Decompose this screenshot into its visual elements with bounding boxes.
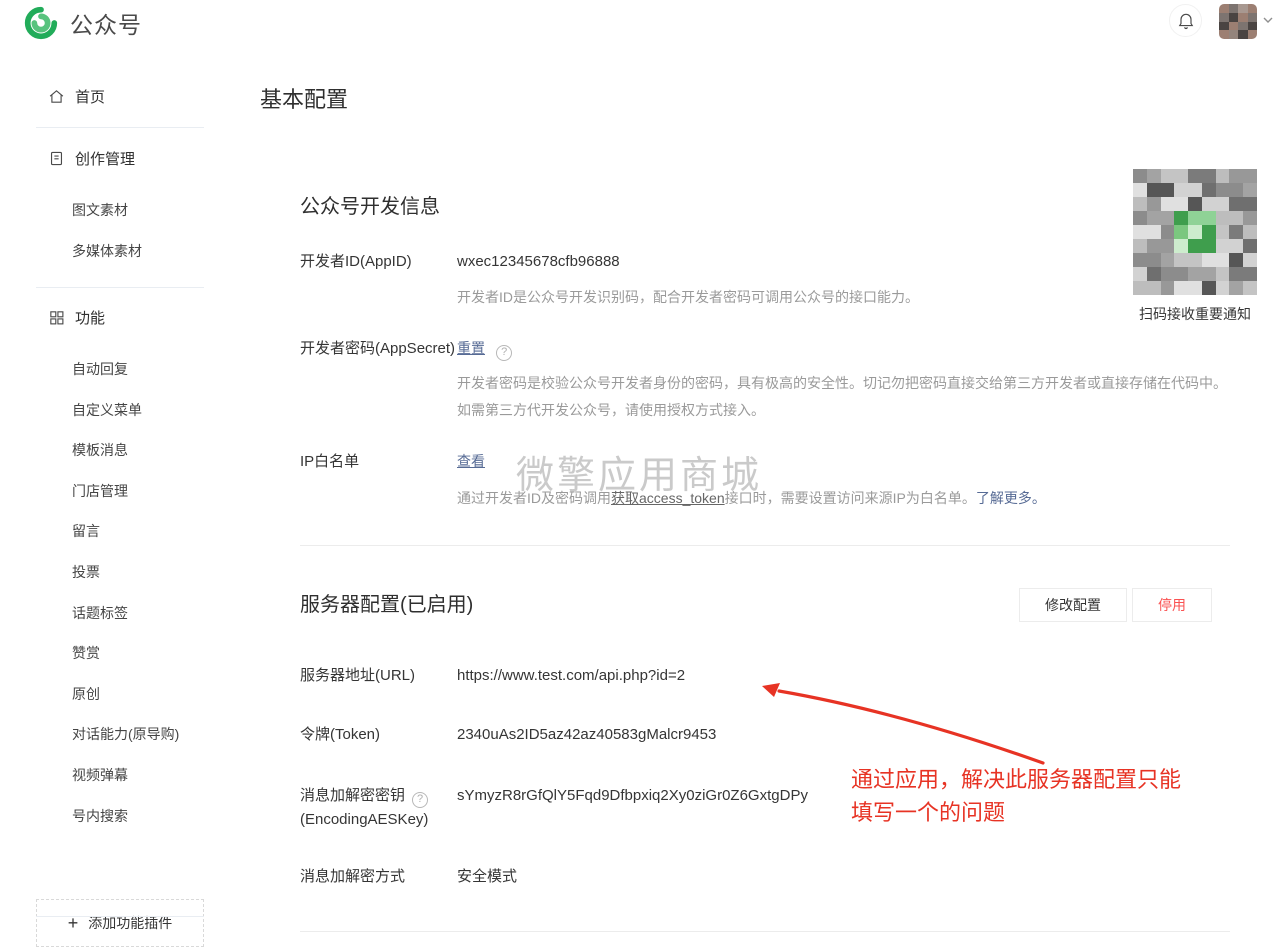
disable-button[interactable]: 停用 — [1132, 588, 1212, 622]
sidebar-divider — [36, 287, 204, 288]
add-plugin-button[interactable]: + 添加功能插件 — [36, 899, 204, 947]
page-title: 基本配置 — [260, 87, 349, 112]
app-header: 公众号 — [0, 0, 1280, 48]
access-token-link[interactable]: 获取access_token — [611, 490, 725, 506]
app-logo[interactable]: 公众号 — [22, 4, 142, 42]
sidebar-item[interactable]: 多媒体素材 — [72, 231, 142, 272]
sidebar-item-home[interactable]: 首页 — [48, 76, 105, 116]
appid-label: 开发者ID(AppID) — [300, 253, 412, 270]
ip-whitelist-description: 通过开发者ID及密码调用获取access_token接口时，需要设置访问来源IP… — [457, 485, 1229, 512]
token-row: 令牌(Token) 2340uAs2ID5az42az40583gMalcr94… — [300, 723, 1229, 746]
sidebar-sublist-features: 自动回复 自定义菜单 模板消息 门店管理 留言 投票 话题标签 赞赏 原创 对话能力(原导购) 视频… — [72, 349, 179, 836]
appid-description: 开发者ID是公众号开发识别码，配合开发者密码可调用公众号的接口能力。 — [457, 289, 919, 305]
aes-key-label-line2: (EncodingAESKey) — [300, 810, 429, 828]
modify-config-button[interactable]: 修改配置 — [1019, 588, 1127, 622]
token-value: 2340uAs2ID5az42az40583gMalcr9453 — [457, 726, 717, 743]
sidebar-group-label: 功能 — [75, 309, 106, 327]
sidebar-item[interactable]: 自动回复 — [72, 349, 179, 390]
reset-link[interactable]: 重置 — [457, 340, 485, 356]
sidebar-item[interactable]: 投票 — [72, 552, 179, 593]
aes-key-label: 消息加解密密钥? (EncodingAESKey) — [300, 784, 457, 831]
server-url-row: 服务器地址(URL) https://www.test.com/api.php?… — [300, 664, 1229, 687]
ip-desc-prefix: 通过开发者ID及密码调用 — [457, 490, 611, 506]
sidebar-divider — [36, 127, 204, 128]
annotation-line2: 填写一个的问题 — [851, 800, 1006, 825]
annotation-text: 通过应用，解决此服务器配置只能 填写一个的问题 — [851, 763, 1181, 829]
brand-title: 公众号 — [70, 12, 142, 38]
ip-whitelist-row: IP白名单 查看 通过开发者ID及密码调用获取access_token接口时，需… — [300, 450, 1229, 512]
sidebar-item-label: 首页 — [75, 88, 106, 106]
learn-more-link[interactable]: 了解更多。 — [976, 490, 1046, 506]
help-icon[interactable]: ? — [412, 791, 429, 808]
appsecret-label: 开发者密码(AppSecret) — [300, 340, 456, 357]
sidebar-item[interactable]: 号内搜索 — [72, 796, 179, 837]
grid-icon — [48, 309, 65, 326]
sidebar-group-label: 创作管理 — [75, 150, 136, 168]
appsecret-description: 开发者密码是校验公众号开发者身份的密码，具有极高的安全性。切记勿把密码直接交给第… — [457, 374, 1227, 418]
aes-key-label-line1: 消息加解密密钥 — [300, 787, 406, 804]
appid-row: 开发者ID(AppID) wxec12345678cfb96888 开发者ID是… — [300, 250, 1229, 311]
server-url-label: 服务器地址(URL) — [300, 667, 415, 684]
sidebar-item[interactable]: 原创 — [72, 674, 179, 715]
sidebar-sublist-creation: 图文素材 多媒体素材 — [72, 190, 142, 271]
ip-desc-suffix: 接口时，需要设置访问来源IP为白名单。 — [724, 490, 976, 506]
notification-bell-button[interactable] — [1169, 4, 1202, 37]
sidebar-divider — [36, 916, 204, 917]
sidebar: 首页 创作管理 图文素材 多媒体素材 功能 自动回复 自定义菜单 模板消息 门店管理 留言… — [0, 48, 230, 947]
appsecret-row: 开发者密码(AppSecret) 重置 ? 开发者密码是校验公众号开发者身份的密… — [300, 337, 1229, 424]
sidebar-item[interactable]: 话题标签 — [72, 593, 179, 634]
bell-icon — [1176, 11, 1196, 31]
server-url-value: https://www.test.com/api.php?id=2 — [457, 667, 686, 684]
sidebar-item[interactable]: 图文素材 — [72, 190, 142, 231]
section-divider — [300, 545, 1230, 546]
encrypt-mode-row: 消息加解密方式 安全模式 — [300, 865, 1229, 888]
sidebar-item[interactable]: 留言 — [72, 511, 179, 552]
sidebar-item[interactable]: 赞赏 — [72, 633, 179, 674]
sidebar-item[interactable]: 自定义菜单 — [72, 390, 179, 431]
avatar[interactable] — [1219, 4, 1257, 39]
document-icon — [48, 150, 65, 167]
view-link[interactable]: 查看 — [457, 453, 485, 469]
sidebar-item[interactable]: 门店管理 — [72, 471, 179, 512]
aes-key-value: sYmyzR8rGfQlY5Fqd9Dfbpxiq2Xy0ziGr0Z6Gxtg… — [457, 787, 808, 804]
home-icon — [48, 88, 65, 105]
sidebar-item[interactable]: 视频弹幕 — [72, 755, 179, 796]
dev-info-section-title: 公众号开发信息 — [300, 196, 440, 218]
token-label: 令牌(Token) — [300, 726, 381, 743]
appid-value: wxec12345678cfb96888 — [457, 253, 620, 270]
bottom-divider — [300, 931, 1230, 932]
chevron-down-icon[interactable] — [1262, 14, 1274, 26]
sidebar-item[interactable]: 模板消息 — [72, 430, 179, 471]
sidebar-group-creation[interactable]: 创作管理 — [48, 138, 135, 178]
encrypt-mode-value: 安全模式 — [457, 868, 518, 885]
sidebar-group-features[interactable]: 功能 — [48, 297, 105, 337]
annotation-line1: 通过应用，解决此服务器配置只能 — [851, 767, 1182, 792]
sidebar-item[interactable]: 对话能力(原导购) — [72, 714, 179, 755]
server-config-section-title: 服务器配置(已启用) — [300, 594, 474, 616]
ip-whitelist-label: IP白名单 — [300, 453, 360, 470]
server-config-actions: 修改配置 停用 — [1019, 588, 1212, 622]
encrypt-mode-label: 消息加解密方式 — [300, 868, 406, 885]
help-icon[interactable]: ? — [496, 344, 513, 361]
brand-swirl-icon — [22, 4, 60, 42]
